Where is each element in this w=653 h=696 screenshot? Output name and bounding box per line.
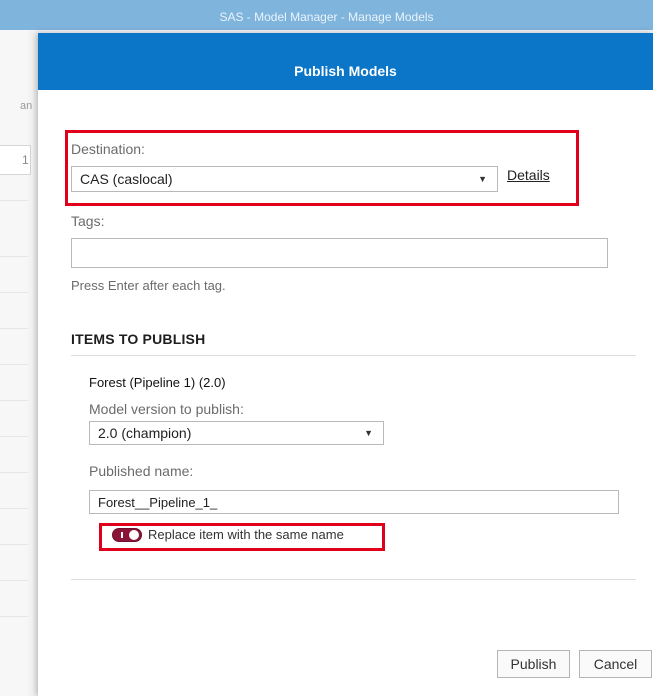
background-row-divider bbox=[0, 400, 28, 401]
cancel-button[interactable]: Cancel bbox=[579, 650, 652, 678]
tags-hint: Press Enter after each tag. bbox=[71, 278, 226, 293]
tags-input[interactable] bbox=[71, 238, 608, 268]
model-version-select[interactable]: 2.0 (champion) ▼ bbox=[89, 421, 384, 445]
published-name-input[interactable] bbox=[89, 490, 619, 514]
background-row-divider bbox=[0, 328, 28, 329]
background-row-divider bbox=[0, 436, 28, 437]
background-text-fragment: an bbox=[20, 100, 33, 112]
dialog-title: Publish Models bbox=[294, 63, 397, 79]
publish-button[interactable]: Publish bbox=[497, 650, 570, 678]
item-name: Forest (Pipeline 1) (2.0) bbox=[89, 375, 226, 390]
tags-label: Tags: bbox=[71, 213, 105, 229]
destination-highlight-box bbox=[65, 130, 579, 206]
window-title: SAS - Model Manager - Manage Models bbox=[219, 10, 434, 24]
background-table bbox=[0, 30, 28, 696]
background-row-divider bbox=[0, 580, 28, 581]
published-name-label: Published name: bbox=[89, 463, 194, 479]
background-row-divider bbox=[0, 544, 28, 545]
model-version-label: Model version to publish: bbox=[89, 401, 244, 417]
publish-models-dialog: Publish Models Destination: CAS (casloca… bbox=[38, 33, 653, 696]
background-row-divider bbox=[0, 364, 28, 365]
items-to-publish-heading: ITEMS TO PUBLISH bbox=[71, 331, 206, 347]
background-row-divider bbox=[0, 200, 28, 201]
background-row-divider bbox=[0, 508, 28, 509]
section-divider bbox=[71, 355, 636, 356]
background-input-fragment: 1 bbox=[0, 145, 31, 175]
background-row-divider bbox=[0, 256, 28, 257]
background-row-divider bbox=[0, 472, 28, 473]
background-row-divider bbox=[0, 292, 28, 293]
window-titlebar: SAS - Model Manager - Manage Models bbox=[0, 0, 653, 30]
replace-toggle-highlight-box bbox=[99, 523, 385, 551]
item-divider bbox=[71, 579, 636, 580]
dialog-header: Publish Models bbox=[38, 33, 653, 90]
model-version-select-value: 2.0 (champion) bbox=[98, 425, 192, 441]
background-row-divider bbox=[0, 616, 28, 617]
background-input-text: 1 bbox=[22, 153, 29, 167]
chevron-down-icon: ▼ bbox=[364, 428, 373, 438]
